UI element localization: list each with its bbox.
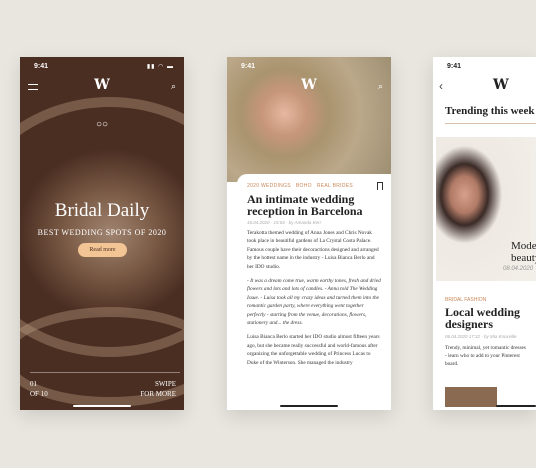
tag[interactable]: REAL BRIDES [317, 183, 353, 189]
logo: W [301, 77, 317, 93]
status-time: 9:41 [241, 63, 256, 70]
status-time: 9:41 [447, 63, 462, 70]
logo: W [94, 77, 110, 93]
paragraph: Terakotta themed wedding of Anna Jones a… [247, 230, 379, 270]
paragraph: Luisa Bianca Berlo started her IDO studi… [247, 334, 380, 366]
article-description: Trendy, minimal, yet romantic dresses - … [445, 345, 526, 367]
trending-screen: 9:41 ‹ W Trending this week Mode beauty … [433, 57, 536, 410]
home-indicator [280, 405, 338, 407]
bookmark-icon[interactable] [377, 182, 383, 190]
article-title[interactable]: Local wedding designers [445, 306, 536, 330]
home-screen: 9:41 ▮▮ ◠ ▬ W ⌕ ○○ Bridal Daily BEST WED… [20, 57, 184, 410]
swipe-text: FOR MORE [140, 390, 176, 398]
page-current: 01 [30, 380, 37, 388]
hero-title: Bridal Daily [54, 200, 150, 221]
article-thumbnail[interactable] [445, 387, 497, 407]
pagination: 01 OF 10 [30, 379, 48, 399]
tag[interactable]: 2020 WEDDINGS [247, 183, 291, 189]
section-title: Trending this week [445, 105, 535, 117]
quote-paragraph: - It was a dream come true, warm earthy … [247, 278, 381, 327]
progress-line [30, 372, 180, 373]
swipe-text: SWIPE [155, 380, 176, 388]
tag[interactable]: BOHO [296, 183, 312, 189]
swipe-hint: SWIPE FOR MORE [140, 379, 176, 399]
search-icon[interactable]: ⌕ [171, 81, 176, 92]
next-card-title[interactable]: Mode beauty [511, 240, 536, 264]
read-more-button[interactable]: Read more [78, 243, 127, 257]
page-total: OF 10 [30, 390, 48, 398]
home-indicator [73, 405, 131, 407]
article-tags: 2020 WEDDINGS BOHO REAL BRIDES [247, 183, 381, 189]
status-icons: ▮▮ ◠ ▬ [146, 64, 174, 70]
rings-icon: ○○ [95, 119, 109, 130]
article-hero-image [227, 57, 391, 182]
article-title: An intimate wedding reception in Barcelo… [247, 192, 363, 218]
divider [445, 123, 536, 124]
article-screen: 9:41 W ⌕ 2020 WEDDINGS BOHO REAL BRIDES An… [227, 57, 391, 410]
hero-subtitle: BEST WEDDING SPOTS OF 2020 [37, 228, 167, 237]
next-card-date: 08.04.2020 [503, 266, 534, 272]
article-card: 2020 WEDDINGS BOHO REAL BRIDES An intimate… [237, 174, 391, 410]
status-time: 9:41 [34, 63, 49, 70]
search-icon[interactable]: ⌕ [378, 81, 383, 92]
article-meta: 06.04.2020 17:32 · by Mia Knoxville [445, 334, 517, 339]
article-category[interactable]: BRIDAL FASHION [445, 297, 486, 303]
article-meta: 16.04.2020 · 15:04 · by Amanda Kerr [247, 220, 322, 225]
article-body[interactable]: Terakotta themed wedding of Anna Jones a… [247, 229, 381, 410]
logo: W [493, 77, 509, 93]
home-indicator [496, 405, 536, 407]
